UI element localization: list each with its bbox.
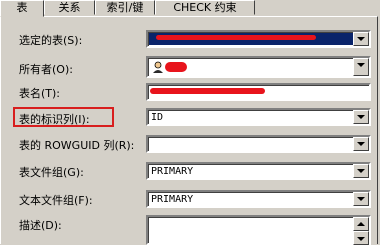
table-filegroup-value: PRIMARY bbox=[151, 166, 194, 177]
text-filegroup-dropdown-button[interactable] bbox=[353, 192, 369, 206]
text-filegroup-label: 文本文件组(F): bbox=[19, 194, 93, 207]
identity-column-select[interactable]: ID bbox=[146, 108, 371, 126]
tab-check-constraints[interactable]: CHECK 约束 bbox=[155, 0, 255, 15]
selected-table-dropdown-button[interactable] bbox=[353, 32, 369, 46]
text-filegroup-value: PRIMARY bbox=[151, 194, 194, 205]
identity-column-label: 表的标识列(I): bbox=[19, 113, 90, 126]
owner-dropdown-button[interactable] bbox=[353, 58, 369, 76]
selected-table-label: 选定的表(S): bbox=[19, 34, 83, 47]
identity-column-value: ID bbox=[151, 112, 164, 123]
tab-table-label: 表 bbox=[16, 1, 28, 14]
user-icon bbox=[152, 61, 164, 73]
redaction-mark bbox=[165, 62, 187, 72]
rowguid-column-label: 表的 ROWGUID 列(R): bbox=[19, 139, 135, 152]
tab-bar: 表 关系 索引/键 CHECK 约束 bbox=[0, 0, 380, 17]
text-filegroup-select[interactable]: PRIMARY bbox=[146, 190, 371, 208]
tab-relationships[interactable]: 关系 bbox=[44, 0, 95, 15]
table-filegroup-label: 表文件组(G): bbox=[19, 166, 84, 179]
rowguid-column-select[interactable] bbox=[146, 135, 371, 153]
selected-table-select[interactable] bbox=[146, 30, 371, 48]
owner-label: 所有者(O): bbox=[19, 63, 73, 76]
description-scrollbar[interactable] bbox=[353, 217, 369, 245]
redaction-mark bbox=[150, 88, 265, 94]
table-filegroup-select[interactable]: PRIMARY bbox=[146, 162, 371, 180]
redaction-mark bbox=[156, 35, 316, 40]
table-filegroup-dropdown-button[interactable] bbox=[353, 164, 369, 178]
identity-column-dropdown-button[interactable] bbox=[353, 110, 369, 124]
tab-table[interactable]: 表 bbox=[0, 0, 44, 17]
tab-check-constraints-label: CHECK 约束 bbox=[173, 1, 237, 14]
tab-indexes-keys-label: 索引/键 bbox=[106, 1, 144, 14]
table-name-label: 表名(T): bbox=[19, 87, 61, 100]
rowguid-column-dropdown-button[interactable] bbox=[353, 137, 369, 151]
tab-relationships-label: 关系 bbox=[58, 1, 81, 14]
description-textarea[interactable] bbox=[146, 215, 371, 245]
scroll-up-button[interactable] bbox=[353, 217, 369, 231]
description-label: 描述(D): bbox=[19, 219, 62, 232]
table-name-input[interactable] bbox=[146, 83, 371, 101]
table-properties-panel bbox=[0, 16, 378, 244]
owner-select[interactable] bbox=[146, 56, 371, 78]
tab-indexes-keys[interactable]: 索引/键 bbox=[95, 0, 155, 15]
